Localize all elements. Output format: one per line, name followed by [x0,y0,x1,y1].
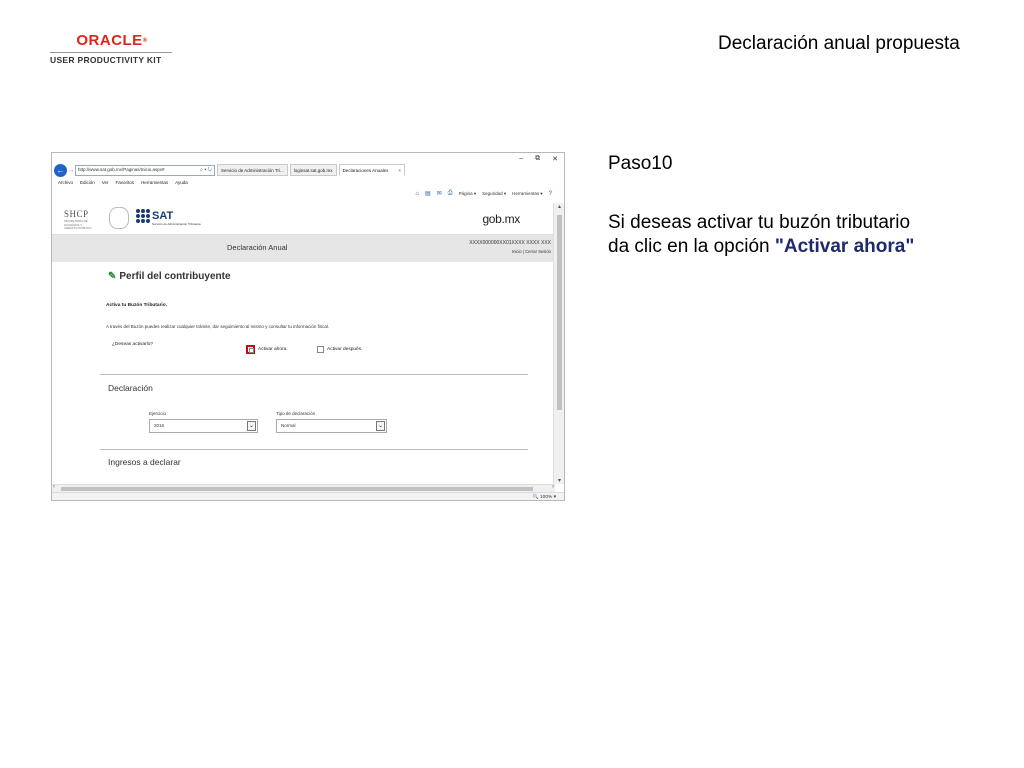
close-window-button[interactable]: ✕ [552,155,558,163]
instruction-line-2: da clic en la opción "Activar ahora" [608,235,1008,259]
profile-heading: ✎ Perfil del contribuyente [108,271,231,282]
declaration-bar: Declaración Anual XXXX000000XX01XXXX XXX… [52,235,555,262]
buzon-description: A través del Buzón puedes realizar cualq… [106,324,330,329]
menu-ver[interactable]: Ver [102,180,109,188]
status-bar: 🔍 100% ▾ [52,492,564,500]
ejercicio-label: Ejercicio [149,411,167,416]
menu-herramientas[interactable]: Herramientas [141,180,168,188]
activation-question: ¿Deseas activarlo? [112,342,154,347]
instruction-text: Si deseas activar tu buzón tributario da… [608,211,1008,259]
shcp-subtitle: SECRETARÍA DE HACIENDA Y CRÉDITO PÚBLICO [64,219,92,230]
oracle-wordmark: ORACLE® [76,32,148,49]
ejercicio-select[interactable]: 2016 ⌄ [149,419,258,433]
vertical-scrollbar[interactable]: ▴ ▾ [553,203,564,484]
menu-favoritos[interactable]: Favoritos [116,180,135,188]
rfc-text: XXXX000000XX01XXXX XXXX XXX [469,240,551,246]
browser-screenshot: – ⧉ ✕ ← → http://www.sat.gob.mx/Paginas/… [51,152,565,501]
scroll-thumb[interactable] [557,215,562,410]
forward-arrow-icon[interactable]: → [67,167,75,174]
scroll-up-icon[interactable]: ▴ [554,203,564,210]
instruction-highlight: "Activar ahora" [774,236,915,257]
activar-ahora-label: Activar ahora. [258,347,288,352]
tab-label: loginsat.sat.gob.mx [293,168,333,173]
section-ingresos: Ingresos a declarar [108,457,181,467]
command-herramientas[interactable]: Herramientas ▾ [512,191,543,197]
horizontal-scrollbar[interactable]: ‹ › [52,484,555,492]
menu-bar: Archivo Edición Ver Favoritos Herramient… [52,180,564,188]
tab-loginsat[interactable]: loginsat.sat.gob.mx [289,164,337,176]
buzon-title: Activa tu Buzón Tributario. [106,303,168,308]
tab-declaraciones[interactable]: Declaraciones Anuales × [338,164,405,176]
command-bar: ⌂ ▤ ✉ ⎙ Página ▾ Seguridad ▾ Herramienta… [415,190,552,197]
gobmx-logo[interactable]: gob.mx [482,212,520,226]
slide-title: Declaración anual propuesta [718,33,960,54]
chevron-down-icon[interactable]: ⌄ [247,421,256,431]
tipo-label: Tipo de declaración [276,411,316,416]
scroll-left-icon[interactable]: ‹ [53,484,55,490]
activar-ahora-checkbox[interactable] [246,345,255,354]
close-tab-icon[interactable]: × [398,168,401,173]
activar-despues-label: Activar después. [327,347,363,352]
instruction-line-2-text: da clic en la opción [608,236,775,257]
activar-despues-option[interactable]: Activar después. [317,346,362,353]
minimize-button[interactable]: – [519,155,523,163]
zoom-control[interactable]: 🔍 100% ▾ [533,495,556,500]
mail-icon[interactable]: ✉ [437,190,442,197]
tab-label: Servicio de Administración Tri... [221,168,284,173]
session-links[interactable]: Inicio | Cerrar Sesión [512,249,551,254]
restore-button[interactable]: ⧉ [535,155,540,163]
command-seguridad[interactable]: Seguridad ▾ [482,191,506,197]
home-icon[interactable]: ⌂ [415,191,419,197]
scroll-right-icon[interactable]: › [552,484,554,490]
activar-ahora-option[interactable]: Activar ahora. [246,345,288,354]
address-url: http://www.sat.gob.mx/Paginas/Inicio.asp… [78,167,165,172]
address-row: ← → http://www.sat.gob.mx/Paginas/Inicio… [52,163,564,177]
national-seal-icon [109,207,129,229]
hscroll-thumb[interactable] [61,487,533,491]
tab-label: Declaraciones Anuales [342,168,389,173]
tipo-select[interactable]: Normal ⌄ [276,419,387,433]
oracle-logo: ORACLE® USER PRODUCTIVITY KIT [50,33,174,65]
step-label: Paso10 [608,153,673,174]
menu-archivo[interactable]: Archivo [58,180,73,188]
print-icon[interactable]: ⎙ [448,190,453,197]
divider [100,374,528,375]
divider [100,449,528,450]
slide: ORACLE® USER PRODUCTIVITY KIT Declaració… [0,0,1024,768]
command-pagina[interactable]: Página ▾ [459,191,477,197]
sat-mark-icon [136,209,150,223]
profile-title: Perfil del contribuyente [119,271,231,282]
section-declaracion: Declaración [108,383,153,393]
sat-logo: SAT [136,209,173,223]
tipo-value: Normal [281,423,296,428]
sat-subtitle: Servicio de Administración Tributaria [152,222,201,226]
scroll-down-icon[interactable]: ▾ [554,477,564,484]
shcp-logo: SHCP [64,209,89,219]
product-name: USER PRODUCTIVITY KIT [50,55,162,65]
web-page: SHCP SECRETARÍA DE HACIENDA Y CRÉDITO PÚ… [52,203,555,484]
activar-despues-checkbox[interactable] [317,346,324,353]
tab-sat[interactable]: Servicio de Administración Tri... [217,164,288,176]
logo-divider [50,52,172,53]
menu-edicion[interactable]: Edición [80,180,95,188]
ejercicio-value: 2016 [154,423,165,428]
search-refresh-icons[interactable]: ⌕ ▾ ↻ [200,166,214,175]
chevron-down-icon[interactable]: ⌄ [376,421,385,431]
declaration-title: Declaración Anual [227,243,288,252]
sat-wordmark: SAT [152,210,174,222]
edit-icon: ✎ [108,271,117,282]
menu-ayuda[interactable]: Ayuda [175,180,188,188]
address-bar[interactable]: http://www.sat.gob.mx/Paginas/Inicio.asp… [75,164,215,176]
feeds-icon[interactable]: ▤ [425,190,431,197]
back-arrow-icon[interactable]: ← [54,163,67,177]
window-controls: – ⧉ ✕ [519,155,558,163]
help-icon[interactable]: ? [549,191,552,197]
instruction-line-1: Si deseas activar tu buzón tributario [608,212,911,233]
gov-header: SHCP SECRETARÍA DE HACIENDA Y CRÉDITO PÚ… [52,203,555,235]
